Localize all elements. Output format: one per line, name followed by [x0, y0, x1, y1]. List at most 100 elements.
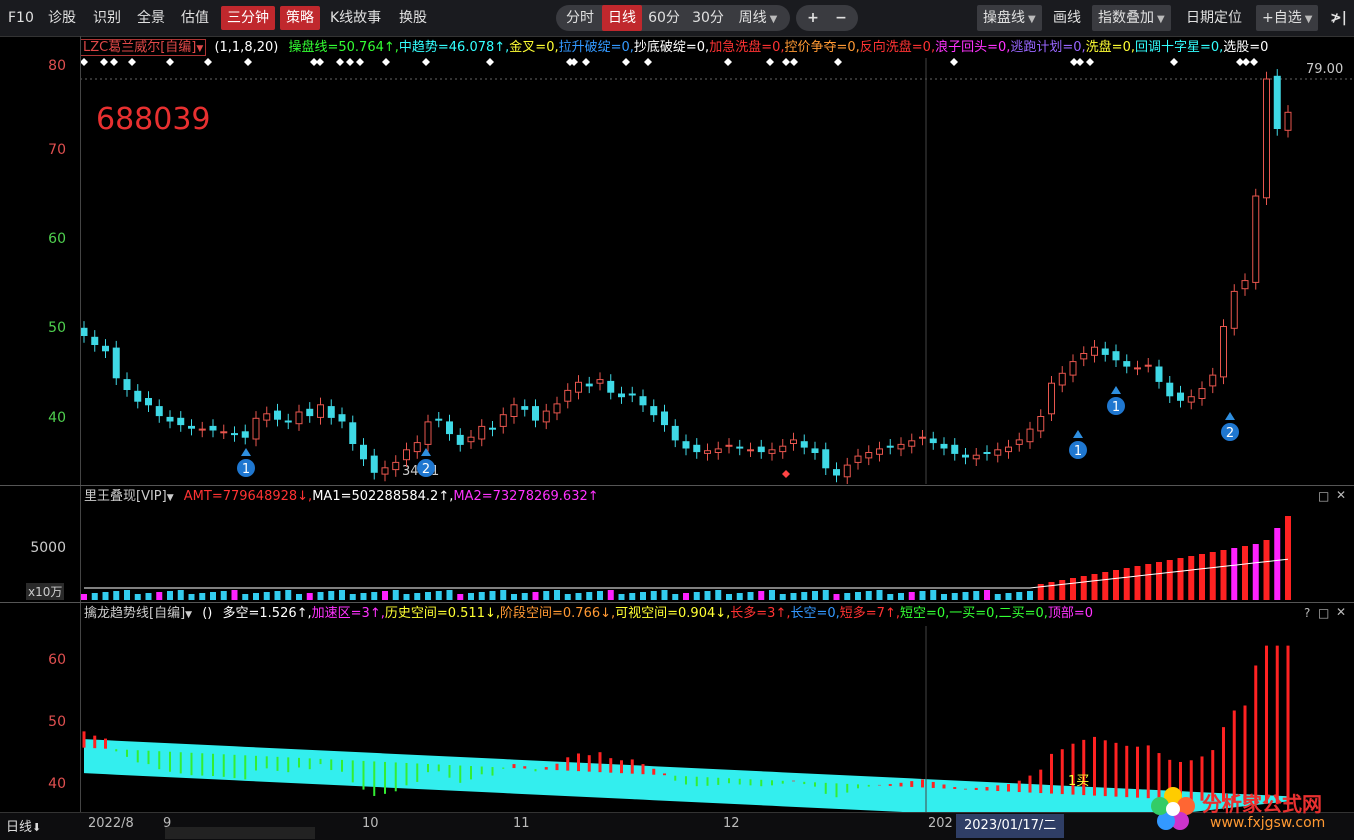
candle-body — [618, 393, 625, 398]
restore-icon[interactable]: □ — [1318, 606, 1329, 620]
signal-diamond — [782, 58, 790, 66]
index-overlay-label: 指数叠加 — [1098, 10, 1154, 26]
switch-stock-button[interactable]: 换股 — [395, 6, 431, 30]
period-tab-daily[interactable]: 日线⬇ — [6, 816, 41, 835]
volume-bar — [726, 594, 732, 600]
zoom-in-button[interactable]: + — [800, 5, 826, 31]
tab-60min[interactable]: 60分 — [644, 5, 684, 31]
tab-daily[interactable]: 日线 — [602, 5, 642, 31]
draw-line-button[interactable]: 画线 — [1049, 5, 1085, 29]
volume-bar — [263, 592, 270, 600]
candle-body — [886, 445, 894, 448]
x-label-dec: 12 — [723, 816, 740, 831]
candle-body — [284, 420, 292, 423]
close-icon[interactable]: ✕ — [1336, 605, 1346, 619]
volume-bar — [1274, 528, 1281, 600]
trend-indicator-name[interactable]: 擒龙趋势线[自编]▼ — [84, 606, 192, 621]
candle-body — [1177, 392, 1184, 401]
chevron-down-icon: ▼ — [769, 14, 778, 25]
trend-indicator-field: 历史空间=0.511↓, — [384, 606, 500, 621]
volume-bar — [1005, 593, 1012, 600]
watchlist-dropdown[interactable]: +自选 ▼ — [1256, 5, 1319, 31]
candle-body — [1187, 396, 1195, 403]
date-locate-button[interactable]: 日期定位 — [1182, 5, 1246, 29]
candle-body — [596, 379, 604, 384]
tab-intraday[interactable]: 分时 — [560, 5, 600, 31]
candle-body — [929, 438, 937, 444]
volume-bar — [1231, 548, 1238, 600]
help-icon[interactable]: ? — [1304, 606, 1310, 620]
volume-bar — [661, 590, 668, 600]
candle-body — [349, 422, 357, 444]
valuation-button[interactable]: 估值 — [177, 6, 213, 30]
zoom-out-button[interactable]: − — [828, 5, 854, 31]
volume-bar — [349, 594, 356, 600]
volume-bar — [1123, 568, 1130, 600]
marker-number: 1 — [1074, 444, 1082, 459]
signal-diamond — [950, 58, 958, 66]
candle-body — [983, 452, 991, 454]
volume-bar — [554, 590, 560, 600]
volume-bar — [672, 594, 679, 600]
tab-30min[interactable]: 30分 — [688, 5, 728, 31]
volume-indicator-name[interactable]: 里王叠现[VIP]▼ — [84, 489, 174, 504]
price-chart[interactable]: 1 2 1 1 2 — [80, 58, 1354, 484]
restore-icon[interactable]: □ — [1318, 489, 1329, 503]
three-minute-button[interactable]: 三分钟 — [221, 6, 275, 30]
candle-body — [478, 425, 486, 440]
trade-line-dropdown[interactable]: 操盘线 ▼ — [977, 5, 1042, 31]
volume-bar — [833, 594, 840, 600]
overview-button[interactable]: 全景 — [133, 6, 169, 30]
trend-indicator-field: 多空=1.526↑, — [222, 606, 312, 621]
candle-body — [747, 449, 754, 452]
main-indicator-header: LZC葛兰威尔[自编]▼ (1,1,8,20) 操盘线=50.764↑,中趋势=… — [80, 37, 1268, 59]
volume-bar — [715, 590, 722, 600]
y-tick-40: 40 — [48, 410, 66, 426]
tab-weekly[interactable]: 周线 ▼ — [731, 5, 785, 31]
period-tab-daily-label: 日线 — [6, 820, 33, 835]
volume-bar — [693, 592, 700, 600]
red-diamond — [782, 470, 790, 478]
volume-bar — [371, 592, 378, 600]
candle-body — [424, 421, 432, 445]
close-icon[interactable]: ✕ — [1336, 488, 1346, 502]
main-indicator-field: 浪子回头=0, — [935, 40, 1011, 55]
strategy-button[interactable]: 策略 — [280, 6, 320, 30]
candle-body — [1284, 111, 1292, 131]
volume-bar — [457, 594, 464, 600]
trend-indicator-field: 阶段空间=0.766↓, — [500, 606, 616, 621]
trend-indicator-field: 一买=0, — [949, 606, 999, 621]
candle-body — [553, 403, 561, 414]
volume-chart[interactable] — [80, 508, 1354, 602]
scrollbar-track[interactable] — [165, 827, 315, 839]
chevron-down-icon: ▼ — [196, 44, 204, 54]
candle-body — [972, 454, 980, 460]
main-indicator-name[interactable]: LZC葛兰威尔[自编]▼ — [80, 39, 207, 56]
volume-bar — [446, 590, 453, 600]
marker-triangle — [1073, 430, 1083, 438]
f10-button[interactable]: F10 — [4, 6, 38, 30]
chevron-down-icon: ▼ — [185, 610, 193, 620]
volume-bar — [908, 592, 915, 600]
marker-number: 2 — [422, 462, 430, 477]
main-indicator-field: 操盘线=50.764↑, — [288, 40, 399, 55]
candle-body — [714, 448, 722, 453]
volume-bar — [747, 592, 754, 600]
candle-body — [1144, 364, 1152, 367]
index-overlay-dropdown[interactable]: 指数叠加 ▼ — [1092, 5, 1171, 31]
kline-story-button[interactable]: K线故事 — [326, 6, 385, 30]
trend-indicator-field: 长空=0, — [790, 606, 840, 621]
volume-y-tick: 5000 — [30, 540, 66, 556]
candle-body — [1112, 351, 1120, 361]
volume-bar — [1134, 566, 1141, 600]
volume-bar — [532, 592, 539, 600]
volume-indicator-field: MA2=73278269.632↑ — [453, 489, 599, 504]
collapse-right-icon[interactable]: ≯| — [1326, 5, 1351, 29]
y-tick-60: 60 — [48, 231, 66, 247]
diagnose-button[interactable]: 诊股 — [44, 6, 80, 30]
candle-body — [1273, 75, 1281, 129]
volume-bar — [1059, 580, 1066, 600]
volume-bar — [575, 593, 582, 600]
identify-button[interactable]: 识别 — [89, 6, 125, 30]
trend-y-tick-50: 50 — [48, 714, 66, 730]
